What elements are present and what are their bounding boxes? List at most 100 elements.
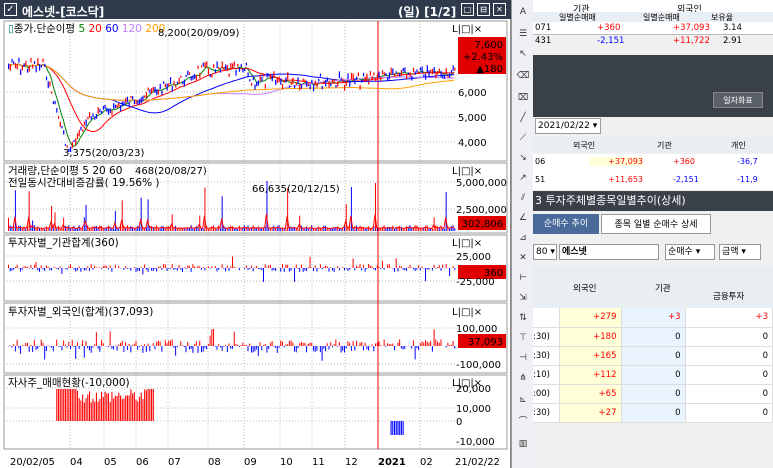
institution-bar xyxy=(202,267,204,268)
table-row[interactable]: :30) +165 0 0 xyxy=(533,346,773,366)
volume-tick: 5,000,000 xyxy=(456,178,507,189)
foreign-bar xyxy=(125,342,127,346)
channel-tool-icon[interactable]: ⫽ xyxy=(515,190,531,206)
hline-tool-icon[interactable]: ⊢ xyxy=(515,270,531,286)
candle xyxy=(307,84,310,87)
table-row[interactable]: +279 +3 +3 xyxy=(533,308,773,328)
amount-select[interactable]: 금액 ▾ xyxy=(719,244,761,260)
institution-bar xyxy=(321,268,323,270)
table-row[interactable]: :30) +180 0 0 xyxy=(533,327,773,347)
eraser-icon[interactable]: ⌫ xyxy=(515,68,531,84)
table-row[interactable]: :10) +112 0 0 xyxy=(533,365,773,385)
foreign-tick: 100,000 xyxy=(456,324,497,335)
period-tool-icon[interactable]: ⊣ xyxy=(515,350,531,366)
stock-chart[interactable]: ▯종가.단순이평 5 20 60 120 200 8,200(20/09/09)… xyxy=(0,19,511,468)
candle xyxy=(75,138,77,146)
ray-tool-icon[interactable]: ↘ xyxy=(515,150,531,166)
bar-tool-icon[interactable]: ▥ xyxy=(515,436,531,452)
date-selector[interactable]: 2021/02/22 ▾ xyxy=(535,118,601,134)
close-button[interactable]: ✕ xyxy=(493,3,506,16)
restore-button[interactable]: □ xyxy=(461,3,474,16)
institution-bar xyxy=(71,267,73,268)
eraser-all-icon[interactable]: ⌧ xyxy=(515,90,531,106)
x-axis-label: 20/02/05 xyxy=(10,457,55,468)
volume-panel-controls[interactable]: L|□|× xyxy=(452,166,482,177)
updown-tool-icon[interactable]: ⇅ xyxy=(515,310,531,326)
fan-tool-icon[interactable]: ⋔ xyxy=(515,370,531,386)
candle xyxy=(32,64,34,69)
chart-window[interactable]: ✓ 에스넷-[코스닥] (일) [1/2] □ ⊟ ✕ ▯종가.단순이평 5 2… xyxy=(0,0,511,468)
measure-tool-icon[interactable]: ⊤ xyxy=(515,330,531,346)
stock-code-select[interactable]: 80 ▾ xyxy=(533,244,557,260)
institution-bar xyxy=(169,268,171,269)
volume-bar xyxy=(328,228,330,231)
cross-tool-icon[interactable]: ✕ xyxy=(515,250,531,266)
volume-bar xyxy=(323,225,325,231)
candle xyxy=(266,72,268,78)
foreign-panel-controls[interactable]: L|□|× xyxy=(452,307,482,318)
foreign-bar xyxy=(35,346,37,350)
candle xyxy=(404,67,406,73)
candle xyxy=(399,73,401,77)
checkbox-icon[interactable]: ✓ xyxy=(4,3,17,16)
foreign-bar xyxy=(101,339,103,346)
zoom-tool-icon[interactable]: ⇲ xyxy=(515,290,531,306)
fibo-tool-icon[interactable]: ⊿ xyxy=(515,230,531,246)
institution-panel-controls[interactable]: L|□|× xyxy=(452,238,482,249)
candle xyxy=(95,113,98,119)
candle xyxy=(287,72,289,80)
minimize-button[interactable]: ⊟ xyxy=(477,3,490,16)
list-icon[interactable]: ☰ xyxy=(515,26,531,42)
gann-tool-icon[interactable]: ⊾ xyxy=(515,392,531,408)
candle xyxy=(321,85,323,90)
treasury-bar xyxy=(123,398,125,421)
institution-tick: 25,000 xyxy=(456,252,491,263)
angle-tool-icon[interactable]: ∠ xyxy=(515,210,531,226)
institution-bar xyxy=(416,268,418,270)
tab-net-buy-trend[interactable]: 순매수 추이 xyxy=(533,214,599,234)
line-tool-icon[interactable]: ╱ xyxy=(515,110,531,126)
foreign-bar xyxy=(214,346,216,347)
foreign-bar xyxy=(414,346,416,360)
foreign-bar xyxy=(164,340,166,346)
institution-bar xyxy=(233,266,235,268)
volume-bar xyxy=(16,228,18,231)
period-mode[interactable]: (일) [1/2] xyxy=(398,3,456,20)
table-row[interactable]: :30) +27 0 0 xyxy=(533,403,773,423)
foreign-bar xyxy=(192,346,194,353)
cursor-icon[interactable]: ↖ xyxy=(515,46,531,62)
volume-bar xyxy=(357,228,359,231)
candle xyxy=(350,72,353,80)
candle xyxy=(328,81,330,88)
institution-bar xyxy=(399,265,401,268)
candle xyxy=(80,126,82,131)
fib-arc-icon[interactable]: ⌒ xyxy=(515,414,531,430)
foreign-bar xyxy=(245,344,247,346)
foreign-bar xyxy=(424,340,426,346)
font-a-icon[interactable]: A xyxy=(515,4,531,20)
foreign-bar xyxy=(312,346,314,351)
foreign-bar xyxy=(190,346,192,349)
date-chart-button[interactable]: 일자화표 xyxy=(713,92,763,108)
candle xyxy=(47,81,49,89)
foreign-bar xyxy=(275,346,277,348)
foreign-bar xyxy=(42,342,44,346)
tab-daily-detail[interactable]: 종목 일별 순매수 상세 xyxy=(601,214,711,234)
foreign-bar xyxy=(378,341,380,346)
institution-bar xyxy=(87,266,89,268)
foreign-bar xyxy=(185,346,187,353)
treasury-bar xyxy=(76,390,79,421)
institution-bar xyxy=(104,265,106,268)
candle xyxy=(132,96,134,100)
candle xyxy=(340,77,342,81)
table-row[interactable]: :00) +65 0 0 xyxy=(533,384,773,404)
net-buy-select[interactable]: 순매수 ▾ xyxy=(665,244,715,260)
arrow-tool-icon[interactable]: ↗ xyxy=(515,170,531,186)
volume-bar xyxy=(76,228,78,231)
trend-tool-icon[interactable]: ⟋ xyxy=(515,130,531,146)
foreign-bar xyxy=(44,346,46,360)
foreign-bar xyxy=(354,346,356,351)
price-panel-controls[interactable]: L|□|× xyxy=(452,24,482,35)
treasury-tick: 20,000 xyxy=(456,384,491,395)
stock-name-field[interactable]: 에스넷 xyxy=(559,244,659,260)
